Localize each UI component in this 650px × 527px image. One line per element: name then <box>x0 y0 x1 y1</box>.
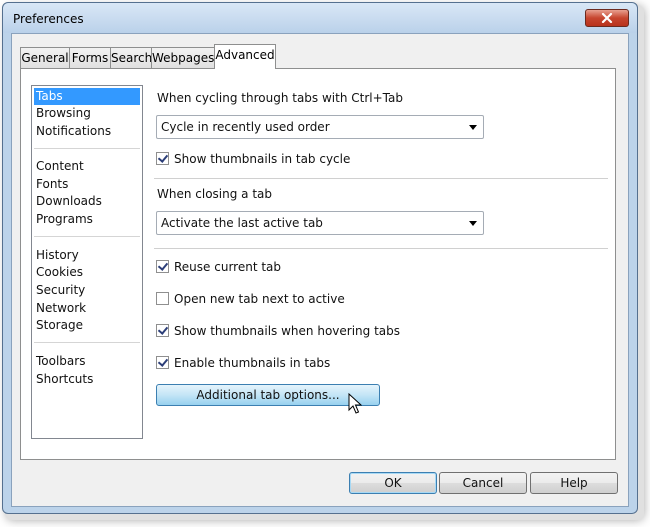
tab-forms[interactable]: Forms <box>69 47 111 68</box>
close-button[interactable] <box>585 9 629 27</box>
close-action-select[interactable]: Activate the last active tab <box>156 211 484 235</box>
open-next-checkbox[interactable] <box>156 292 169 305</box>
cycle-order-value: Cycle in recently used order <box>161 120 330 134</box>
sidebar-item-fonts[interactable]: Fonts <box>34 176 140 193</box>
dialog-client-area: General Forms Search Webpages Advanced T… <box>11 33 629 507</box>
show-thumbnails-cycle-label: Show thumbnails in tab cycle <box>174 152 351 166</box>
sidebar-item-programs[interactable]: Programs <box>34 211 140 228</box>
reuse-tab-checkbox[interactable] <box>156 260 169 273</box>
sidebar-item-security[interactable]: Security <box>34 282 140 299</box>
tab-thumbnails-checkbox[interactable] <box>156 356 169 369</box>
chevron-down-icon <box>469 221 477 226</box>
sidebar-item-content[interactable]: Content <box>34 158 140 175</box>
cycling-heading: When cycling through tabs with Ctrl+Tab <box>157 91 403 105</box>
advanced-tab-panel: Tabs Browsing Notifications Content Font… <box>20 68 616 460</box>
sidebar-item-tabs[interactable]: Tabs <box>34 88 140 105</box>
sidebar-item-downloads[interactable]: Downloads <box>34 193 140 210</box>
close-action-value: Activate the last active tab <box>161 216 323 230</box>
cancel-button[interactable]: Cancel <box>439 472 527 494</box>
sidebar-separator <box>34 236 140 237</box>
additional-tab-options-button[interactable]: Additional tab options... <box>156 384 380 406</box>
tab-advanced[interactable]: Advanced <box>214 44 276 69</box>
sidebar-item-cookies[interactable]: Cookies <box>34 264 140 281</box>
chevron-down-icon <box>469 125 477 130</box>
cycle-order-select[interactable]: Cycle in recently used order <box>156 115 484 139</box>
hover-thumbnails-checkbox[interactable] <box>156 324 169 337</box>
sidebar-separator <box>34 342 140 343</box>
open-next-label: Open new tab next to active <box>174 292 345 306</box>
reuse-tab-label: Reuse current tab <box>174 260 282 274</box>
hover-thumbnails-label: Show thumbnails when hovering tabs <box>174 324 400 338</box>
sidebar-item-browsing[interactable]: Browsing <box>34 105 140 122</box>
section-divider <box>154 178 608 179</box>
preferences-window: Preferences General Forms Search Webpage… <box>2 2 638 514</box>
sidebar-item-storage[interactable]: Storage <box>34 317 140 334</box>
tab-search[interactable]: Search <box>110 47 152 68</box>
sidebar-item-network[interactable]: Network <box>34 300 140 317</box>
section-divider <box>154 248 608 249</box>
mouse-cursor-icon <box>348 393 362 414</box>
sidebar-separator <box>34 148 140 149</box>
help-button[interactable]: Help <box>530 472 618 494</box>
sidebar-item-toolbars[interactable]: Toolbars <box>34 353 140 370</box>
sidebar-item-history[interactable]: History <box>34 247 140 264</box>
closing-heading: When closing a tab <box>157 187 273 201</box>
title-bar[interactable]: Preferences <box>3 3 637 33</box>
close-icon <box>601 13 613 23</box>
ok-button[interactable]: OK <box>349 472 437 494</box>
sidebar-item-shortcuts[interactable]: Shortcuts <box>34 371 140 388</box>
tab-general[interactable]: General <box>20 47 70 68</box>
window-title: Preferences <box>13 12 84 26</box>
tab-thumbnails-label: Enable thumbnails in tabs <box>174 356 331 370</box>
show-thumbnails-cycle-checkbox[interactable] <box>156 152 169 165</box>
category-list: Tabs Browsing Notifications Content Font… <box>31 85 143 439</box>
sidebar-item-notifications[interactable]: Notifications <box>34 123 140 140</box>
tab-webpages[interactable]: Webpages <box>151 47 215 68</box>
